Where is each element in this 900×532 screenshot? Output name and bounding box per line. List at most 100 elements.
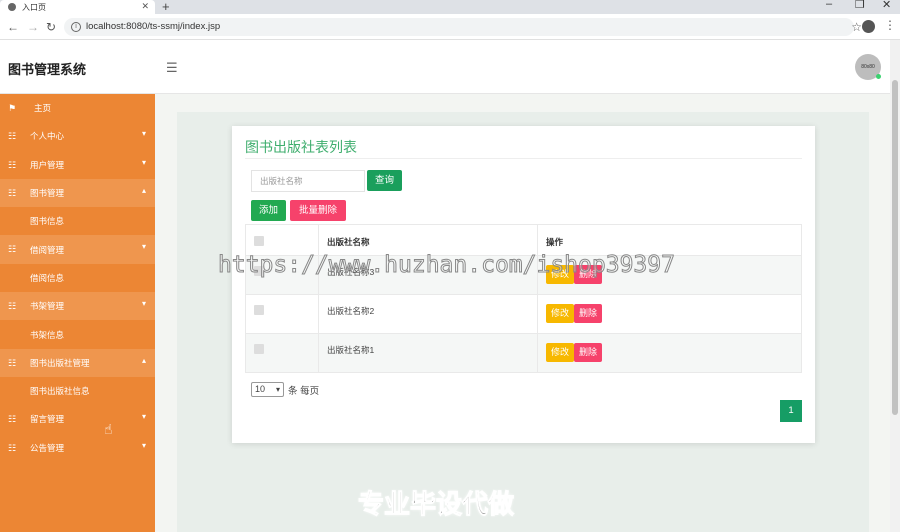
hamburger-icon[interactable]: ☰ [166,60,178,76]
table-header-row: 出版社名称 操作 [245,224,802,256]
column-header-name: 出版社名称 [318,224,538,256]
sidebar-subitem-publisher-info[interactable]: 图书出版社信息 [0,376,155,406]
page-number-button[interactable]: 1 [780,400,802,422]
publisher-table: 出版社名称 操作 出版社名称3 修改 删除 出版社名称2 修改 删除 出版社名称1 … [245,224,802,373]
avatar-text: 80x80 [861,64,875,70]
page-scrollbar[interactable] [890,40,900,532]
sidebar-item-notices[interactable]: ☷ 公告管理 ▾ [0,434,155,462]
table-row: 出版社名称2 修改 删除 [245,294,802,334]
sidebar-item-profile[interactable]: ☷ 个人中心 ▾ [0,122,155,150]
select-all-cell [245,224,319,256]
reload-icon[interactable]: ↻ [46,20,56,34]
sidebar-item-borrow[interactable]: ☷ 借阅管理 ▾ [0,235,155,264]
select-all-checkbox[interactable] [254,236,264,246]
minimize-icon[interactable]: – [826,0,832,10]
watermark-text: https://www.huzhan.com/ishop39397 [218,252,676,279]
row-checkbox[interactable] [254,305,264,315]
sidebar-item-home[interactable]: ⚑ 主页 [0,94,155,122]
page-size-select[interactable]: 10 [251,382,284,397]
chevron-down-icon: ▾ [141,157,146,167]
forward-icon[interactable]: → [27,20,39,34]
avatar[interactable]: 80x80 [855,54,881,80]
sidebar-subitem-book-info[interactable]: 图书信息 [0,207,155,236]
grid-icon: ☷ [8,414,17,425]
browser-menu-icon[interactable]: ⋮ [884,18,896,32]
online-status-dot [876,74,881,79]
publisher-list-card: 图书出版社表列表 出版社名称 查询 添加 批量删除 出版社名称 操作 出版社名称… [232,126,815,443]
page-size-control: 10 条 每页 [251,382,319,397]
actions-cell: 修改 删除 [537,294,802,334]
restore-icon[interactable]: ❐ [855,0,865,11]
grid-icon: ☷ [8,159,17,170]
mouse-cursor-icon: ☝ [104,421,113,437]
grid-icon: ☷ [8,244,17,255]
sidebar-subitem-borrow-info[interactable]: 借阅信息 [0,263,155,293]
delete-button[interactable]: 删除 [574,304,603,323]
chevron-up-icon: ▴ [141,185,146,195]
close-tab-icon[interactable]: ✕ [141,1,149,12]
table-row: 出版社名称1 修改 删除 [245,333,802,373]
row-select-cell [245,333,319,373]
grid-icon: ☷ [8,131,17,142]
app-header: 图书管理系统 ☰ 80x80 [0,40,890,94]
edit-button[interactable]: 修改 [546,343,575,362]
publisher-name-cell: 出版社名称1 [318,333,538,373]
profile-icon[interactable] [862,20,875,33]
address-bar-row: ← → ↻ i localhost:8080/ts-ssmj/index.jsp… [0,14,900,40]
sidebar: ⚑ 主页 ☷ 个人中心 ▾ ☷ 用户管理 ▾ ☷ 图书管理 ▴ 图书信息 ☷ 借… [0,94,155,532]
bulk-delete-button[interactable]: 批量删除 [290,200,346,221]
sidebar-item-label: 用户管理 [30,159,65,170]
url-field[interactable]: i localhost:8080/ts-ssmj/index.jsp ☆ [64,18,862,36]
search-button[interactable]: 查询 [367,170,402,191]
delete-button[interactable]: 删除 [574,343,603,362]
sidebar-item-label: 主页 [34,103,52,114]
chevron-down-icon: ▾ [141,129,146,139]
url-text: localhost:8080/ts-ssmj/index.jsp [86,21,221,32]
sidebar-item-books[interactable]: ☷ 图书管理 ▴ [0,178,155,208]
app-brand: 图书管理系统 [8,62,87,77]
grid-icon: ☷ [8,301,17,312]
scrollbar-thumb[interactable] [892,80,898,415]
sidebar-item-label: 图书管理 [30,188,65,199]
browser-tabbar: 入口页 ✕ + – ❐ ✕ [0,0,900,14]
browser-tab[interactable]: 入口页 ✕ [0,0,155,14]
sidebar-item-label: 公告管理 [30,442,65,453]
page-size-suffix: 条 每页 [288,385,320,397]
sidebar-item-label: 书架管理 [30,301,65,312]
sidebar-item-label: 借阅管理 [30,244,65,255]
row-select-cell [245,294,319,334]
tab-title: 入口页 [22,2,46,12]
back-icon[interactable]: ← [7,20,19,34]
info-icon[interactable]: i [71,22,81,32]
sidebar-item-users[interactable]: ☷ 用户管理 ▾ [0,151,155,179]
sidebar-item-label: 图书出版社管理 [30,357,90,368]
grid-icon: ☷ [8,357,17,368]
grid-icon: ☷ [8,187,17,198]
globe-icon [8,3,16,11]
new-tab-icon[interactable]: + [162,0,170,14]
sidebar-item-messages[interactable]: ☷ 留言管理 ▾ [0,405,155,433]
column-header-actions: 操作 [537,224,802,256]
actions-cell: 修改 删除 [537,333,802,373]
grid-icon: ☷ [8,442,17,453]
publisher-name-cell: 出版社名称2 [318,294,538,334]
row-checkbox[interactable] [254,344,264,354]
sidebar-subitem-shelf-info[interactable]: 书架信息 [0,320,155,349]
chevron-down-icon: ▾ [141,242,146,252]
sidebar-item-shelf[interactable]: ☷ 书架管理 ▾ [0,292,155,321]
bookmark-star-icon[interactable]: ☆ [851,18,862,36]
title-divider [245,158,802,159]
chevron-up-icon: ▴ [141,355,146,365]
sidebar-item-label: 留言管理 [30,414,65,425]
edit-button[interactable]: 修改 [546,304,575,323]
add-button[interactable]: 添加 [251,200,286,221]
sidebar-item-label: 个人中心 [30,131,65,142]
search-input[interactable]: 出版社名称 [251,170,365,192]
chevron-down-icon: ▾ [141,440,146,450]
promo-banner: 专业毕设代做 [357,489,515,520]
chevron-down-icon: ▾ [141,299,146,309]
chevron-down-icon: ▾ [141,412,146,422]
flag-icon: ⚑ [8,103,17,113]
sidebar-item-publisher[interactable]: ☷ 图书出版社管理 ▴ [0,348,155,377]
window-close-icon[interactable]: ✕ [882,0,891,11]
